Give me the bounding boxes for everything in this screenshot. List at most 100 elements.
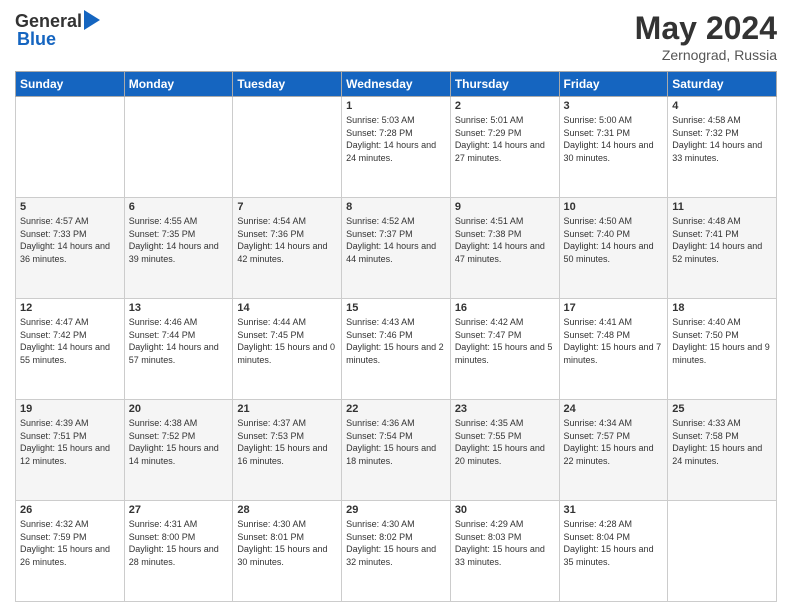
day-number: 14 [237,302,337,314]
col-tuesday: Tuesday [233,72,342,97]
day-info: Sunrise: 4:50 AMSunset: 7:40 PMDaylight:… [564,215,664,265]
week-row-4: 19 Sunrise: 4:39 AMSunset: 7:51 PMDayligh… [16,400,777,501]
col-saturday: Saturday [668,72,777,97]
calendar-cell: 1 Sunrise: 5:03 AMSunset: 7:28 PMDaylight… [342,97,451,198]
day-number: 19 [20,403,120,415]
day-info: Sunrise: 5:01 AMSunset: 7:29 PMDaylight:… [455,114,555,164]
col-friday: Friday [559,72,668,97]
day-info: Sunrise: 4:28 AMSunset: 8:04 PMDaylight:… [564,518,664,568]
header: General Blue May 2024 Zernograd, Russia [15,10,777,63]
calendar-cell: 20 Sunrise: 4:38 AMSunset: 7:52 PMDayligh… [124,400,233,501]
day-info: Sunrise: 4:32 AMSunset: 7:59 PMDaylight:… [20,518,120,568]
calendar-cell: 18 Sunrise: 4:40 AMSunset: 7:50 PMDayligh… [668,299,777,400]
day-info: Sunrise: 5:03 AMSunset: 7:28 PMDaylight:… [346,114,446,164]
day-info: Sunrise: 4:44 AMSunset: 7:45 PMDaylight:… [237,316,337,366]
day-number: 23 [455,403,555,415]
day-info: Sunrise: 4:35 AMSunset: 7:55 PMDaylight:… [455,417,555,467]
day-info: Sunrise: 4:30 AMSunset: 8:01 PMDaylight:… [237,518,337,568]
day-number: 30 [455,504,555,516]
day-number: 6 [129,201,229,213]
logo-triangle-icon [84,10,100,35]
calendar-cell: 6 Sunrise: 4:55 AMSunset: 7:35 PMDaylight… [124,198,233,299]
week-row-5: 26 Sunrise: 4:32 AMSunset: 7:59 PMDayligh… [16,501,777,602]
calendar-header-row: Sunday Monday Tuesday Wednesday Thursday… [16,72,777,97]
calendar-cell: 29 Sunrise: 4:30 AMSunset: 8:02 PMDayligh… [342,501,451,602]
day-info: Sunrise: 4:39 AMSunset: 7:51 PMDaylight:… [20,417,120,467]
day-number: 26 [20,504,120,516]
day-number: 18 [672,302,772,314]
calendar-cell: 23 Sunrise: 4:35 AMSunset: 7:55 PMDayligh… [450,400,559,501]
day-info: Sunrise: 4:47 AMSunset: 7:42 PMDaylight:… [20,316,120,366]
calendar-cell: 19 Sunrise: 4:39 AMSunset: 7:51 PMDayligh… [16,400,125,501]
day-info: Sunrise: 4:55 AMSunset: 7:35 PMDaylight:… [129,215,229,265]
day-number: 20 [129,403,229,415]
col-thursday: Thursday [450,72,559,97]
calendar-cell [233,97,342,198]
day-number: 5 [20,201,120,213]
calendar-cell: 24 Sunrise: 4:34 AMSunset: 7:57 PMDayligh… [559,400,668,501]
calendar-cell: 30Sunrise: 4:29 AMSunset: 8:03 PMDayligh… [450,501,559,602]
calendar-cell: 28Sunrise: 4:30 AMSunset: 8:01 PMDayligh… [233,501,342,602]
calendar-cell: 25Sunrise: 4:33 AMSunset: 7:58 PMDayligh… [668,400,777,501]
calendar-title: May 2024 [635,10,777,47]
calendar-cell: 2Sunrise: 5:01 AMSunset: 7:29 PMDaylight… [450,97,559,198]
day-number: 11 [672,201,772,213]
col-monday: Monday [124,72,233,97]
day-number: 15 [346,302,446,314]
col-wednesday: Wednesday [342,72,451,97]
day-number: 13 [129,302,229,314]
day-info: Sunrise: 4:38 AMSunset: 7:52 PMDaylight:… [129,417,229,467]
calendar-table: Sunday Monday Tuesday Wednesday Thursday… [15,71,777,602]
day-number: 17 [564,302,664,314]
day-info: Sunrise: 4:57 AMSunset: 7:33 PMDaylight:… [20,215,120,265]
logo: General Blue [15,10,100,50]
day-number: 29 [346,504,446,516]
logo-blue-text: Blue [17,29,56,50]
day-info: Sunrise: 4:36 AMSunset: 7:54 PMDaylight:… [346,417,446,467]
day-info: Sunrise: 4:40 AMSunset: 7:50 PMDaylight:… [672,316,772,366]
calendar-cell: 7 Sunrise: 4:54 AMSunset: 7:36 PMDaylight… [233,198,342,299]
day-number: 12 [20,302,120,314]
day-info: Sunrise: 4:31 AMSunset: 8:00 PMDaylight:… [129,518,229,568]
calendar-cell: 14 Sunrise: 4:44 AMSunset: 7:45 PMDayligh… [233,299,342,400]
week-row-1: 1 Sunrise: 5:03 AMSunset: 7:28 PMDaylight… [16,97,777,198]
day-info: Sunrise: 4:33 AMSunset: 7:58 PMDaylight:… [672,417,772,467]
day-number: 4 [672,100,772,112]
calendar-cell: 22Sunrise: 4:36 AMSunset: 7:54 PMDayligh… [342,400,451,501]
calendar-cell [16,97,125,198]
day-info: Sunrise: 4:30 AMSunset: 8:02 PMDaylight:… [346,518,446,568]
calendar-cell [124,97,233,198]
day-number: 21 [237,403,337,415]
calendar-cell: 26 Sunrise: 4:32 AMSunset: 7:59 PMDayligh… [16,501,125,602]
day-info: Sunrise: 4:42 AMSunset: 7:47 PMDaylight:… [455,316,555,366]
day-info: Sunrise: 4:37 AMSunset: 7:53 PMDaylight:… [237,417,337,467]
day-number: 31 [564,504,664,516]
day-number: 3 [564,100,664,112]
day-number: 7 [237,201,337,213]
calendar-cell: 31 Sunrise: 4:28 AMSunset: 8:04 PMDayligh… [559,501,668,602]
week-row-2: 5 Sunrise: 4:57 AMSunset: 7:33 PMDaylight… [16,198,777,299]
day-number: 16 [455,302,555,314]
day-info: Sunrise: 4:58 AMSunset: 7:32 PMDaylight:… [672,114,772,164]
day-number: 27 [129,504,229,516]
day-number: 24 [564,403,664,415]
title-block: May 2024 Zernograd, Russia [635,10,777,63]
day-number: 8 [346,201,446,213]
calendar-cell: 12 Sunrise: 4:47 AMSunset: 7:42 PMDayligh… [16,299,125,400]
day-info: Sunrise: 4:48 AMSunset: 7:41 PMDaylight:… [672,215,772,265]
calendar-cell: 5 Sunrise: 4:57 AMSunset: 7:33 PMDaylight… [16,198,125,299]
day-info: Sunrise: 4:51 AMSunset: 7:38 PMDaylight:… [455,215,555,265]
calendar-cell [668,501,777,602]
day-info: Sunrise: 4:34 AMSunset: 7:57 PMDaylight:… [564,417,664,467]
day-number: 1 [346,100,446,112]
calendar-cell: 27 Sunrise: 4:31 AMSunset: 8:00 PMDayligh… [124,501,233,602]
day-info: Sunrise: 4:43 AMSunset: 7:46 PMDaylight:… [346,316,446,366]
page: General Blue May 2024 Zernograd, Russia … [0,0,792,612]
day-number: 10 [564,201,664,213]
day-info: Sunrise: 4:54 AMSunset: 7:36 PMDaylight:… [237,215,337,265]
day-number: 9 [455,201,555,213]
calendar-cell: 4 Sunrise: 4:58 AMSunset: 7:32 PMDaylight… [668,97,777,198]
calendar-location: Zernograd, Russia [635,47,777,63]
day-info: Sunrise: 4:41 AMSunset: 7:48 PMDaylight:… [564,316,664,366]
day-info: Sunrise: 4:52 AMSunset: 7:37 PMDaylight:… [346,215,446,265]
